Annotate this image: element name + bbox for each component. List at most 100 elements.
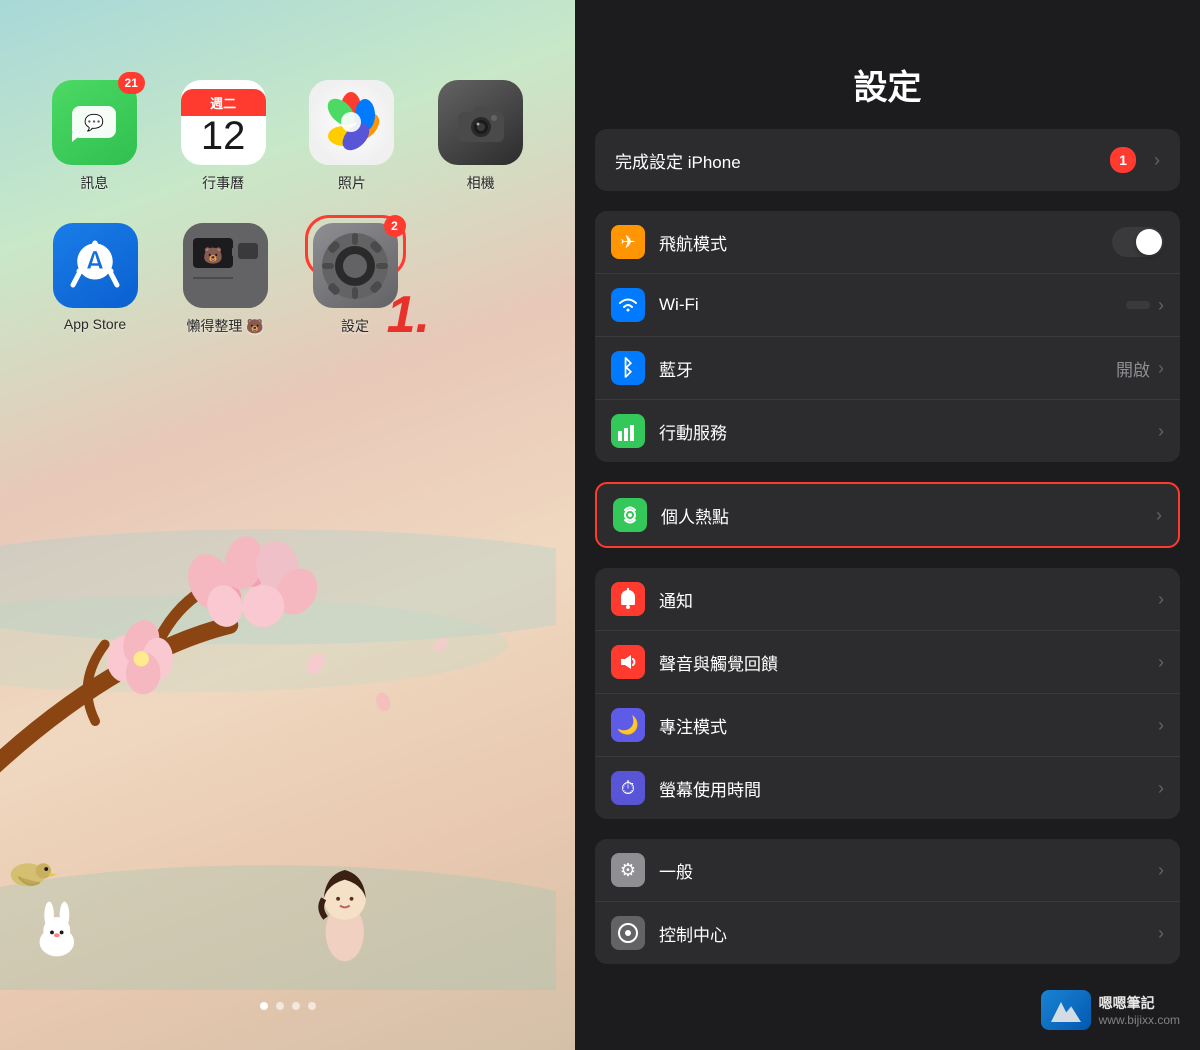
- calendar-label: 行事曆: [202, 173, 244, 193]
- app-grid: 💬 21 訊息 週二 12 行事曆: [0, 60, 575, 356]
- general-group: ⚙ 一般 › 控制中心 ›: [595, 839, 1180, 964]
- app-item-settings[interactable]: 2 設定 1.: [300, 223, 410, 336]
- dot-2: [276, 1002, 284, 1010]
- settings-screen: 設定 完成設定 iPhone 1 › ✈ 飛航模式: [575, 0, 1200, 1050]
- bluetooth-chevron-icon: ›: [1158, 358, 1164, 379]
- screentime-label: 螢幕使用時間: [659, 776, 1158, 801]
- app-item-appstore[interactable]: 🅐 App Store: [40, 223, 150, 332]
- lazy-label: 懶得整理 🐻: [186, 316, 263, 336]
- focus-chevron-icon: ›: [1158, 715, 1164, 736]
- home-screen: 💬 21 訊息 週二 12 行事曆: [0, 0, 575, 1050]
- calendar-date: 12: [201, 116, 246, 156]
- messages-icon: 💬 21: [52, 80, 137, 165]
- cellular-label: 行動服務: [659, 419, 1158, 444]
- toggle-knob: [1136, 229, 1162, 255]
- watermark: 嗯嗯筆記 www.bijixx.com: [1041, 990, 1180, 1030]
- wifi-value: [1126, 301, 1150, 309]
- app-item-calendar[interactable]: 週二 12 行事曆: [168, 80, 278, 193]
- bluetooth-icon: ᛒ: [611, 351, 645, 385]
- controlcenter-row[interactable]: 控制中心 ›: [595, 902, 1180, 964]
- lazy-icon: 🐻: [183, 223, 268, 308]
- camera-icon: [438, 80, 523, 165]
- app-item-camera[interactable]: 相機: [426, 80, 536, 193]
- focus-label: 專注模式: [659, 713, 1158, 738]
- settings-badge: 2: [384, 215, 406, 237]
- bluetooth-row[interactable]: ᛒ 藍牙 開啟 ›: [595, 337, 1180, 400]
- sounds-chevron-icon: ›: [1158, 652, 1164, 673]
- sounds-icon: [611, 645, 645, 679]
- airplane-row[interactable]: ✈ 飛航模式: [595, 211, 1180, 274]
- wifi-label: Wi-Fi: [659, 295, 1126, 315]
- controlcenter-label: 控制中心: [659, 921, 1158, 946]
- setup-badge: 1: [1110, 147, 1136, 173]
- setup-chevron-icon: ›: [1154, 150, 1160, 171]
- general-chevron-icon: ›: [1158, 860, 1164, 881]
- hotspot-row[interactable]: 個人熱點 ›: [597, 484, 1178, 546]
- general-icon: ⚙: [611, 853, 645, 887]
- step-number: 1.: [387, 289, 430, 341]
- cellular-chevron-icon: ›: [1158, 421, 1164, 442]
- general-row[interactable]: ⚙ 一般 ›: [595, 839, 1180, 902]
- airplane-toggle[interactable]: [1112, 227, 1164, 257]
- dot-3: [292, 1002, 300, 1010]
- app-item-messages[interactable]: 💬 21 訊息: [39, 80, 149, 193]
- photos-label: 照片: [338, 173, 366, 193]
- watermark-url: www.bijixx.com: [1099, 1013, 1180, 1027]
- setup-right: 1 ›: [1110, 147, 1160, 173]
- watermark-brand: 嗯嗯筆記: [1099, 993, 1180, 1013]
- bluetooth-label: 藍牙: [659, 356, 1116, 381]
- appstore-icon: 🅐: [53, 223, 138, 308]
- dot-4: [308, 1002, 316, 1010]
- hotspot-icon: [613, 498, 647, 532]
- camera-label: 相機: [467, 173, 495, 193]
- photos-icon: [309, 80, 394, 165]
- settings-icon: 2: [313, 223, 398, 308]
- wifi-icon: [611, 288, 645, 322]
- app-row-2: 🅐 App Store: [30, 223, 545, 336]
- hotspot-group[interactable]: 個人熱點 ›: [595, 482, 1180, 548]
- notifications-label: 通知: [659, 587, 1158, 612]
- setup-label: 完成設定 iPhone: [615, 148, 1110, 173]
- airplane-label: 飛航模式: [659, 230, 1112, 255]
- screentime-chevron-icon: ›: [1158, 778, 1164, 799]
- general-label: 一般: [659, 858, 1158, 883]
- notifications-group: 通知 › 聲音與觸覺回饋 › 🌙 專注模式 ›: [595, 568, 1180, 819]
- settings-title: 設定: [595, 60, 1180, 109]
- notifications-row[interactable]: 通知 ›: [595, 568, 1180, 631]
- wifi-row[interactable]: Wi-Fi ›: [595, 274, 1180, 337]
- watermark-text: 嗯嗯筆記 www.bijixx.com: [1099, 993, 1180, 1027]
- bluetooth-value: 開啟: [1116, 356, 1150, 381]
- messages-label: 訊息: [80, 173, 108, 193]
- calendar-day: 週二: [181, 89, 266, 116]
- cellular-icon: [611, 414, 645, 448]
- controlcenter-icon: [611, 916, 645, 950]
- controlcenter-chevron-icon: ›: [1158, 923, 1164, 944]
- page-dots: [0, 1002, 575, 1010]
- sounds-row[interactable]: 聲音與觸覺回饋 ›: [595, 631, 1180, 694]
- notifications-icon: [611, 582, 645, 616]
- appstore-label: App Store: [64, 316, 126, 332]
- airplane-icon: ✈: [611, 225, 645, 259]
- settings-label: 設定: [341, 316, 369, 336]
- sounds-label: 聲音與觸覺回饋: [659, 650, 1158, 675]
- screentime-icon: ⏱: [611, 771, 645, 805]
- wifi-chevron-icon: ›: [1158, 295, 1164, 316]
- hotspot-chevron-icon: ›: [1156, 505, 1162, 526]
- app-item-photos[interactable]: 照片: [297, 80, 407, 193]
- watermark-logo: [1041, 990, 1091, 1030]
- connectivity-group: ✈ 飛航模式 Wi-Fi ›: [595, 211, 1180, 462]
- app-row-1: 💬 21 訊息 週二 12 行事曆: [30, 80, 545, 193]
- focus-row[interactable]: 🌙 專注模式 ›: [595, 694, 1180, 757]
- screentime-row[interactable]: ⏱ 螢幕使用時間 ›: [595, 757, 1180, 819]
- svg-text:💬: 💬: [84, 113, 104, 132]
- notifications-chevron-icon: ›: [1158, 589, 1164, 610]
- svg-text:🐻: 🐻: [203, 246, 223, 265]
- calendar-icon: 週二 12: [181, 80, 266, 165]
- messages-badge: 21: [118, 72, 145, 94]
- app-item-lazy[interactable]: 🐻 懶得整理 🐻: [170, 223, 280, 336]
- setup-banner[interactable]: 完成設定 iPhone 1 ›: [595, 129, 1180, 191]
- cellular-row[interactable]: 行動服務 ›: [595, 400, 1180, 462]
- hotspot-label: 個人熱點: [661, 503, 1156, 528]
- settings-header: 設定: [575, 0, 1200, 129]
- settings-content: 完成設定 iPhone 1 › ✈ 飛航模式: [575, 129, 1200, 1050]
